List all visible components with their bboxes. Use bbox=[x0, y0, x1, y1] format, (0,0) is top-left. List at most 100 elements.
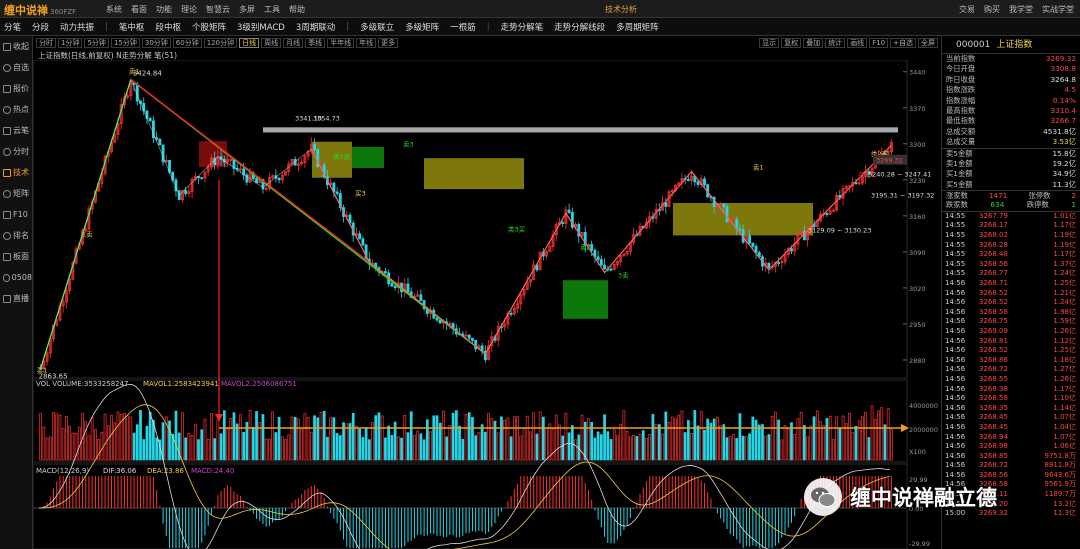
period-tab[interactable]: 分时 bbox=[36, 38, 56, 48]
volume-bar bbox=[65, 416, 68, 461]
sidebar-label: 排名 bbox=[13, 231, 29, 240]
volume-bar bbox=[142, 439, 146, 461]
title-menu-item[interactable]: 工具 bbox=[264, 4, 280, 15]
period-tab[interactable]: 周线 bbox=[261, 38, 282, 48]
sidebar-label: 自选 bbox=[13, 63, 29, 72]
menu-item[interactable]: 多周期矩阵 bbox=[616, 21, 659, 33]
title-right-item[interactable]: 我学堂 bbox=[1009, 4, 1033, 15]
tick-price: 3268.45 bbox=[979, 413, 1008, 422]
sidebar-item[interactable]: 云笔 bbox=[0, 120, 32, 141]
volume-bar bbox=[480, 424, 484, 461]
menu-item[interactable]: 一根筋 bbox=[450, 21, 476, 33]
tick-time: 14:56 bbox=[945, 451, 966, 460]
volume-bar bbox=[725, 437, 729, 461]
volume-bar bbox=[181, 412, 184, 461]
title-right-item[interactable]: 购买 bbox=[984, 4, 1000, 15]
period-tab[interactable]: 日线 bbox=[239, 38, 260, 48]
menu-item[interactable]: 段中枢 bbox=[155, 21, 181, 33]
volume-bar bbox=[364, 427, 368, 461]
title-menu-item[interactable]: 功能 bbox=[156, 4, 172, 15]
tick-time: 14:56 bbox=[945, 384, 966, 393]
period-tab[interactable]: 5分钟 bbox=[84, 38, 109, 48]
volume-bar bbox=[377, 412, 381, 461]
tool-button[interactable]: 统计 bbox=[825, 38, 846, 48]
period-tab[interactable]: 月线 bbox=[283, 38, 304, 48]
sidebar-item[interactable]: 报价 bbox=[0, 78, 32, 99]
menu-item[interactable]: 多级矩阵 bbox=[405, 21, 439, 33]
volume-bar bbox=[693, 410, 697, 461]
menu-item[interactable]: 个股矩阵 bbox=[192, 21, 226, 33]
period-tab[interactable]: 更多 bbox=[378, 38, 399, 48]
sidebar-item[interactable]: 收起 bbox=[0, 36, 32, 57]
sidebar-item[interactable]: 板面 bbox=[0, 246, 32, 267]
title-right-item[interactable]: 交易 bbox=[959, 4, 975, 15]
tick-row: 14:55 3267.79 1.01亿 bbox=[942, 212, 1080, 222]
title-menu-item[interactable]: 系统 bbox=[106, 4, 122, 15]
tool-button[interactable]: F10 bbox=[869, 38, 889, 48]
tick-volume: 1.25亿 bbox=[1053, 279, 1076, 288]
volume-bar bbox=[100, 431, 104, 461]
sidebar-item[interactable]: 矩阵 bbox=[0, 183, 32, 204]
sidebar-item[interactable]: 热点 bbox=[0, 99, 32, 120]
menu-item[interactable]: 笔中枢 bbox=[119, 21, 145, 33]
tick-time: 14:56 bbox=[945, 355, 966, 364]
title-menu-item[interactable]: 多屏 bbox=[239, 4, 255, 15]
period-tab[interactable]: 年线 bbox=[356, 38, 377, 48]
period-tab[interactable]: 季线 bbox=[305, 38, 326, 48]
tool-button[interactable]: 全屏 bbox=[918, 38, 938, 48]
tool-button[interactable]: 复权 bbox=[781, 38, 802, 48]
tool-button[interactable]: +自选 bbox=[890, 38, 916, 48]
tick-time: 14:55 bbox=[945, 250, 966, 259]
sidebar-item[interactable]: 排名 bbox=[0, 225, 32, 246]
volume-bar bbox=[326, 436, 329, 461]
period-tab[interactable]: 120分钟 bbox=[203, 38, 238, 48]
volume-bar bbox=[599, 434, 603, 461]
volume-bar bbox=[190, 435, 194, 461]
tick-volume: 1.01亿 bbox=[1053, 211, 1076, 220]
menu-item[interactable]: 走势分解笔 bbox=[501, 21, 544, 33]
tick-row: 14:56 3268.58 1.98亿 bbox=[942, 308, 1080, 318]
title-menu-item[interactable]: 帮助 bbox=[289, 4, 305, 15]
menu-item[interactable]: 分笔 bbox=[4, 21, 21, 33]
tick-price: 3268.98 bbox=[979, 442, 1008, 451]
quote-value: 3269.32 bbox=[1045, 54, 1076, 63]
count-value: 1 bbox=[1071, 200, 1076, 210]
period-tab[interactable]: 1分钟 bbox=[58, 38, 83, 48]
menu-item[interactable]: 3周期联动 bbox=[296, 21, 335, 33]
tool-button[interactable]: 画线 bbox=[847, 38, 868, 48]
sidebar-item[interactable]: F10 bbox=[0, 204, 32, 225]
sidebar-item[interactable]: 直播 bbox=[0, 288, 32, 309]
sidebar-item[interactable]: 0508 bbox=[0, 267, 32, 288]
quote-row: 指数涨幅 0.14% bbox=[942, 96, 1080, 106]
sidebar-item[interactable]: 技术 bbox=[0, 162, 32, 183]
menu-item[interactable]: 分段 bbox=[32, 21, 49, 33]
volume-bar bbox=[61, 428, 65, 461]
menu-item[interactable]: 走势分解线段 bbox=[554, 21, 605, 33]
tick-row: 14:55 3268.17 1.17亿 bbox=[942, 221, 1080, 231]
tick-price: 3268.52 bbox=[979, 346, 1008, 355]
volume-bar bbox=[561, 435, 565, 461]
sidebar-item[interactable]: 分时 bbox=[0, 141, 32, 162]
period-tab[interactable]: 半年线 bbox=[327, 38, 355, 48]
tool-button[interactable]: 叠加 bbox=[803, 38, 824, 48]
title-menu-item[interactable]: 智慧云 bbox=[206, 4, 230, 15]
volume-bar bbox=[425, 419, 429, 461]
period-tab[interactable]: 15分钟 bbox=[110, 38, 140, 48]
menu-item[interactable]: 多级联立 bbox=[360, 21, 394, 33]
sidebar-label: F10 bbox=[13, 210, 28, 219]
title-right-item[interactable]: 实战学堂 bbox=[1042, 4, 1074, 15]
candle-body bbox=[596, 256, 600, 260]
candle-body bbox=[722, 203, 726, 208]
title-menu-item[interactable]: 看面 bbox=[131, 4, 147, 15]
tool-button[interactable]: 显示 bbox=[759, 38, 780, 48]
menu-item[interactable]: 3级别MACD bbox=[237, 21, 285, 33]
period-tab[interactable]: 30分钟 bbox=[141, 38, 171, 48]
kline-chart[interactable]: 3440337033003230316030903020295028803424… bbox=[33, 60, 941, 549]
menu-item[interactable]: 动力共振 bbox=[60, 21, 94, 33]
volume-bar bbox=[745, 436, 748, 461]
sidebar-item[interactable]: 自选 bbox=[0, 57, 32, 78]
quote-label: 指数涨幅 bbox=[946, 95, 976, 105]
period-tab[interactable]: 60分钟 bbox=[172, 38, 202, 48]
title-menu-item[interactable]: 理论 bbox=[181, 4, 197, 15]
tick-list[interactable]: 14:55 3267.79 1.01亿 14:55 3268.17 1.17亿 14:55 3… bbox=[942, 210, 1080, 519]
